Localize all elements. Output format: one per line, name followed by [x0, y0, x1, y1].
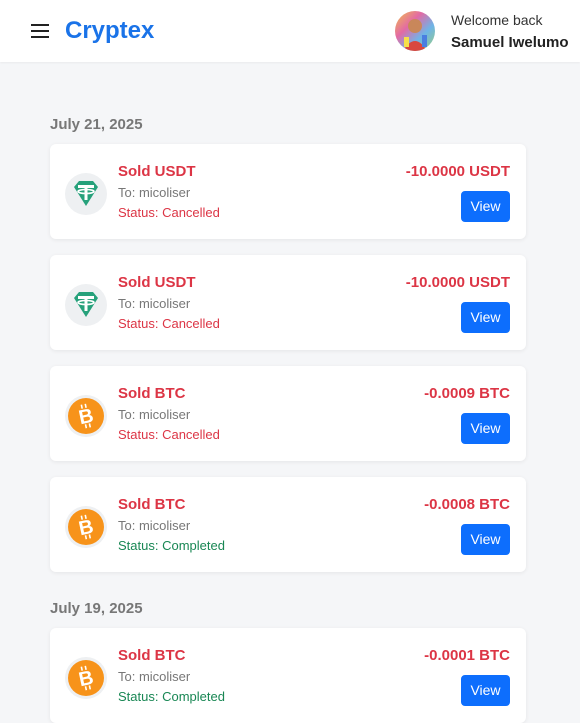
view-button[interactable]: View: [461, 302, 510, 333]
usdt-icon: [65, 284, 107, 326]
transaction-status: Status: Cancelled: [118, 316, 220, 331]
btc-icon: B: [65, 506, 107, 548]
top-header: Cryptex Welcome back Samuel Iwelumo: [0, 0, 580, 62]
transaction-recipient: To: micoliser: [118, 407, 191, 422]
transaction-title: Sold USDT: [118, 163, 196, 180]
avatar[interactable]: [395, 11, 435, 51]
transaction-status: Status: Completed: [118, 538, 225, 553]
transaction-status: Status: Completed: [118, 689, 225, 704]
transaction-recipient: To: micoliser: [118, 185, 191, 200]
view-button[interactable]: View: [461, 413, 510, 444]
btc-icon: B: [65, 395, 107, 437]
welcome-text: Welcome back: [451, 12, 543, 28]
transaction-title: Sold BTC: [118, 647, 186, 664]
transaction-card: B Sold BTC To: micoliser Status: Cancell…: [50, 366, 526, 461]
transaction-status: Status: Cancelled: [118, 205, 220, 220]
view-button[interactable]: View: [461, 191, 510, 222]
transaction-amount: -10.0000 USDT: [405, 163, 510, 180]
transaction-card: B Sold BTC To: micoliser Status: Complet…: [50, 628, 526, 723]
transaction-recipient: To: micoliser: [118, 296, 191, 311]
usdt-icon: [65, 173, 107, 215]
transaction-amount: -0.0001 BTC: [424, 647, 510, 664]
transaction-title: Sold USDT: [118, 274, 196, 291]
date-heading: July 19, 2025: [50, 600, 143, 617]
transaction-card: Sold USDT To: micoliser Status: Cancelle…: [50, 144, 526, 239]
transaction-card: Sold USDT To: micoliser Status: Cancelle…: [50, 255, 526, 350]
view-button[interactable]: View: [461, 675, 510, 706]
transaction-amount: -0.0008 BTC: [424, 496, 510, 513]
transaction-status: Status: Cancelled: [118, 427, 220, 442]
date-heading: July 21, 2025: [50, 116, 143, 133]
transaction-title: Sold BTC: [118, 385, 186, 402]
menu-icon[interactable]: [31, 23, 49, 39]
transaction-amount: -10.0000 USDT: [405, 274, 510, 291]
btc-icon: B: [65, 657, 107, 699]
transaction-title: Sold BTC: [118, 496, 186, 513]
brand-logo[interactable]: Cryptex: [65, 17, 154, 45]
user-name: Samuel Iwelumo: [451, 34, 569, 51]
transaction-amount: -0.0009 BTC: [424, 385, 510, 402]
transaction-recipient: To: micoliser: [118, 669, 191, 684]
transaction-recipient: To: micoliser: [118, 518, 191, 533]
view-button[interactable]: View: [461, 524, 510, 555]
transaction-card: B Sold BTC To: micoliser Status: Complet…: [50, 477, 526, 572]
